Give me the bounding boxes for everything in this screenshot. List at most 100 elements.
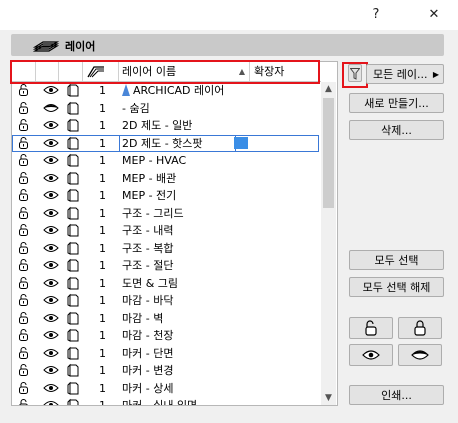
intersection-group-number[interactable]: 1 <box>99 275 106 293</box>
layer-row[interactable]: 1 구조 - 내력 <box>12 222 321 240</box>
intersection-group-number[interactable]: 1 <box>99 310 106 328</box>
unlock-icon[interactable] <box>18 206 30 219</box>
close-button[interactable]: ✕ <box>420 4 448 26</box>
eye-open-icon[interactable] <box>43 190 59 200</box>
layer-row[interactable]: 1 마커 - 단면 <box>12 345 321 363</box>
layer-name[interactable]: 마커 - 단면 <box>122 345 173 363</box>
unlock-icon[interactable] <box>18 294 30 306</box>
layer-name[interactable]: 구조 - 복합 <box>122 240 173 258</box>
eye-open-icon[interactable] <box>43 155 59 165</box>
eye-open-icon[interactable] <box>43 173 59 183</box>
lock-all-button[interactable] <box>398 317 442 339</box>
intersection-group-number[interactable]: 1 <box>99 327 106 345</box>
solid-model-icon[interactable] <box>66 136 80 150</box>
all-layers-dropdown[interactable]: 모든 레이... ▶ <box>366 64 444 84</box>
eye-open-icon[interactable] <box>43 313 59 323</box>
vertical-scrollbar[interactable]: ▲ ▼ <box>321 82 336 405</box>
show-all-button[interactable] <box>349 344 393 366</box>
solid-model-icon[interactable] <box>66 398 80 406</box>
layer-name[interactable]: 2D 제도 - 핫스팟 <box>122 135 203 153</box>
intersection-group-number[interactable]: 1 <box>99 100 106 118</box>
delete-layer-button[interactable]: 삭제... <box>349 120 444 140</box>
eye-open-icon[interactable] <box>43 138 59 148</box>
solid-model-icon[interactable] <box>66 276 80 290</box>
unlock-icon[interactable] <box>18 224 30 236</box>
layer-name[interactable]: 마커 - 실내 입면 <box>122 397 197 405</box>
select-all-button[interactable]: 모두 선택 <box>349 250 444 270</box>
deselect-all-button[interactable]: 모두 선택 해제 <box>349 277 444 297</box>
print-button[interactable]: 인쇄... <box>349 385 444 405</box>
layer-name[interactable]: 마커 - 변경 <box>122 362 173 380</box>
unlock-icon[interactable] <box>18 381 30 394</box>
intersection-group-number[interactable]: 1 <box>99 222 106 240</box>
layer-row[interactable]: 1 구조 - 절단 <box>12 257 321 275</box>
unlock-icon[interactable] <box>18 136 30 149</box>
intersection-group-number[interactable]: 1 <box>99 205 106 223</box>
layer-name[interactable]: MEP - 전기 <box>122 187 176 205</box>
layer-name[interactable]: 마감 - 천장 <box>122 327 173 345</box>
layer-row[interactable]: 1 ARCHICAD 레이어 <box>12 82 321 100</box>
intersection-group-number[interactable]: 1 <box>99 380 106 398</box>
eye-open-icon[interactable] <box>43 243 59 253</box>
intersection-group-number[interactable]: 1 <box>99 187 106 205</box>
intersection-group-number[interactable]: 1 <box>99 117 106 135</box>
unlock-icon[interactable] <box>18 241 30 254</box>
layer-row[interactable]: 1 구조 - 복합 <box>12 240 321 258</box>
solid-model-icon[interactable] <box>66 188 80 202</box>
layer-row[interactable]: 1 MEP - HVAC <box>12 152 321 170</box>
layer-row[interactable]: 1 마감 - 천장 <box>12 327 321 345</box>
solid-model-icon[interactable] <box>66 118 80 132</box>
intersection-group-number[interactable]: 1 <box>99 345 106 363</box>
layer-name[interactable]: ARCHICAD 레이어 <box>122 82 224 100</box>
eye-open-icon[interactable] <box>43 278 59 288</box>
scroll-up-icon[interactable]: ▲ <box>321 82 336 96</box>
scroll-thumb[interactable] <box>323 98 334 208</box>
layer-row[interactable]: 1 2D 제도 - 핫스팟 <box>12 134 321 153</box>
eye-open-icon[interactable] <box>43 120 59 130</box>
solid-model-icon[interactable] <box>66 101 80 115</box>
hide-all-button[interactable] <box>398 344 442 366</box>
solid-model-icon[interactable] <box>66 346 80 360</box>
layer-row[interactable]: 1 구조 - 그리드 <box>12 205 321 223</box>
solid-model-icon[interactable] <box>66 241 80 255</box>
intersection-group-number[interactable]: 1 <box>99 170 106 188</box>
layer-row[interactable]: 1 MEP - 배관 <box>12 170 321 188</box>
unlock-icon[interactable] <box>18 311 30 324</box>
layer-row[interactable]: 1 마감 - 벽 <box>12 310 321 328</box>
layer-row[interactable]: 1 마커 - 상세 <box>12 380 321 398</box>
help-button[interactable]: ? <box>362 4 390 26</box>
unlock-icon[interactable] <box>18 119 30 131</box>
layer-row[interactable]: 1 마커 - 변경 <box>12 362 321 380</box>
eye-open-icon[interactable] <box>43 365 59 375</box>
eye-open-icon[interactable] <box>43 400 59 406</box>
layer-name[interactable]: 구조 - 그리드 <box>122 205 184 223</box>
eye-open-icon[interactable] <box>43 260 59 270</box>
unlock-icon[interactable] <box>18 84 30 96</box>
eye-open-icon[interactable] <box>43 383 59 393</box>
unlock-icon[interactable] <box>18 399 30 406</box>
layer-name[interactable]: MEP - HVAC <box>122 152 186 170</box>
intersection-group-number[interactable]: 1 <box>99 152 106 170</box>
solid-model-icon[interactable] <box>66 223 80 237</box>
layer-row[interactable]: 1 마커 - 실내 입면 <box>12 397 321 406</box>
intersection-group-number[interactable]: 1 <box>99 397 106 405</box>
solid-model-icon[interactable] <box>66 153 80 167</box>
unlock-icon[interactable] <box>18 171 30 184</box>
layer-name[interactable]: MEP - 배관 <box>122 170 176 188</box>
layer-row[interactable]: 1 MEP - 전기 <box>12 187 321 205</box>
intersection-group-number[interactable]: 1 <box>99 82 106 100</box>
eye-open-icon[interactable] <box>43 225 59 235</box>
solid-model-icon[interactable] <box>66 258 80 272</box>
eye-closed-icon[interactable] <box>43 103 59 113</box>
eye-open-icon[interactable] <box>43 85 59 95</box>
filter-button[interactable] <box>348 64 362 82</box>
layer-name[interactable]: - 숨김 <box>122 100 150 118</box>
unlock-all-button[interactable] <box>349 317 393 339</box>
unlock-icon[interactable] <box>18 154 30 166</box>
eye-open-icon[interactable] <box>43 330 59 340</box>
solid-model-icon[interactable] <box>66 206 80 220</box>
layer-name[interactable]: 마감 - 바닥 <box>122 292 173 310</box>
layer-name[interactable]: 마감 - 벽 <box>122 310 163 328</box>
solid-model-icon[interactable] <box>66 293 80 307</box>
solid-model-icon[interactable] <box>66 171 80 185</box>
